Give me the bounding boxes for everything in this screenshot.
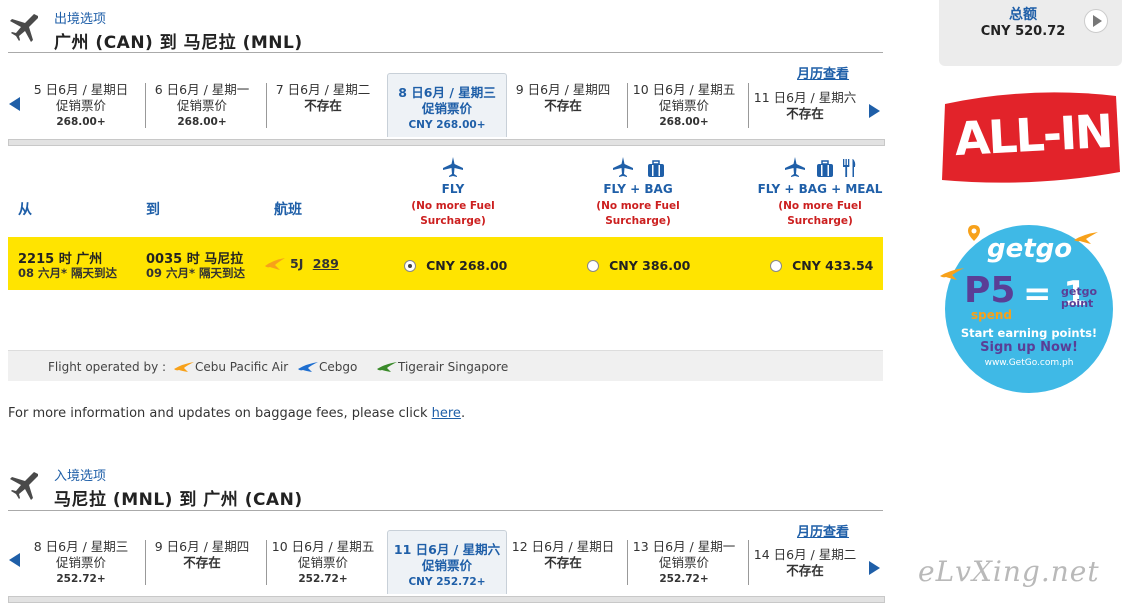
outbound-plane-icon: [8, 12, 40, 48]
outbound-date-item[interactable]: 11 日6月 / 星期六 不存在: [752, 90, 858, 122]
flight-number-link[interactable]: 289: [313, 256, 339, 271]
carrier-name: Tigerair Singapore: [398, 360, 509, 374]
baggage-icon: [816, 160, 834, 182]
outbound-date-item[interactable]: 7 日6月 / 星期二 不存在: [270, 82, 376, 114]
fare-radio[interactable]: [770, 259, 782, 272]
allin-text: ALL-IN: [953, 103, 1113, 167]
date-separator: [145, 83, 146, 128]
inbound-date-item[interactable]: 14 日6月 / 星期二 不存在: [752, 547, 858, 579]
getgo-url: www.GetGo.com.ph: [984, 358, 1074, 368]
outbound-next-arrow[interactable]: [869, 104, 880, 118]
getgo-point-label: getgo point: [1061, 285, 1098, 310]
fare-radio[interactable]: [587, 259, 599, 272]
inbound-plane-icon: [8, 470, 40, 506]
inbound-date-item[interactable]: 12 日6月 / 星期日 不存在: [510, 539, 616, 571]
inbound-date-item[interactable]: 9 日6月 / 星期四 不存在: [149, 539, 255, 571]
outbound-date-item-selected[interactable]: 8 日6月 / 星期三 促销票价 CNY 268.00+: [387, 73, 507, 137]
inbound-prev-arrow[interactable]: [9, 553, 20, 567]
operated-by-label: Flight operated by :: [48, 360, 167, 374]
getgo-signup-text: Sign up Now!: [980, 340, 1078, 355]
outbound-date-item[interactable]: 10 日6月 / 星期五 促销票价 268.00+: [631, 82, 737, 130]
getgo-earn-text: Start earning points!: [960, 326, 1098, 340]
date-separator: [266, 540, 267, 585]
carrier-name: Cebu Pacific Air: [195, 360, 289, 374]
getgo-spend: spend: [971, 308, 1013, 322]
allin-ad[interactable]: ALL-IN: [939, 90, 1122, 187]
fare-header-fly-bag-meal: FLY + BAG + MEAL (No more Fuel Surcharge…: [757, 156, 883, 229]
outbound-date-item[interactable]: 6 日6月 / 星期一 促销票价 268.00+: [149, 82, 255, 130]
baggage-icon: [647, 160, 665, 182]
small-plane-icon: [939, 266, 965, 285]
col-header-flight: 航班: [274, 202, 302, 218]
plane-icon: [611, 157, 635, 182]
cebu-logo-icon: [173, 361, 195, 376]
flight-number: 5J 289: [290, 256, 339, 271]
carrier-name: Cebgo: [319, 360, 358, 374]
inbound-date-item[interactable]: 8 日6月 / 星期三 促销票价 252.72+: [28, 539, 134, 587]
getgo-p5: P5: [964, 270, 1016, 311]
plane-icon: [393, 156, 513, 182]
total-box[interactable]: 总额 CNY 520.72: [939, 0, 1122, 66]
outbound-date-strip: 5 日6月 / 星期日 促销票价 268.00+ 6 日6月 / 星期一 促销票价 26…: [0, 73, 885, 155]
inbound-next-arrow[interactable]: [869, 561, 880, 575]
flight-row[interactable]: 2215 时 广州 08 六月* 隔天到达 0035 时 马尼拉 09 六月* …: [8, 237, 883, 290]
plane-icon: [783, 157, 807, 182]
col-header-from: 从: [18, 202, 32, 218]
fare-radio-selected[interactable]: [404, 259, 416, 272]
small-plane-icon: [1073, 230, 1099, 249]
meal-icon: [841, 159, 857, 182]
outbound-section-label: 出境选项: [54, 12, 107, 27]
baggage-info-text: For more information and updates on bagg…: [8, 406, 432, 421]
baggage-info-link[interactable]: here: [432, 406, 461, 421]
outbound-date-item[interactable]: 9 日6月 / 星期四 不存在: [510, 82, 616, 114]
fare-price: CNY 268.00: [426, 258, 508, 273]
outbound-route-title: 广州 (CAN) 到 马尼拉 (MNL): [54, 33, 303, 53]
operated-by-bar: Flight operated by : Cebu Pacific Air Ce…: [8, 350, 883, 381]
total-value: CNY 520.72: [980, 24, 1066, 39]
airline-code: 5J: [290, 256, 304, 271]
inbound-route-title: 马尼拉 (MNL) 到 广州 (CAN): [54, 490, 303, 510]
fare-price: CNY 433.54: [792, 258, 874, 273]
fare-header-fly: FLY (No more Fuel Surcharge): [393, 156, 513, 229]
inbound-section-label: 入境选项: [54, 469, 107, 484]
date-separator: [266, 83, 267, 128]
inbound-strip-bar: [8, 596, 885, 603]
date-separator: [627, 83, 628, 128]
inbound-date-item-selected[interactable]: 11 日6月 / 星期六 促销票价 CNY 252.72+: [387, 530, 507, 594]
inbound-date-strip: 8 日6月 / 星期三 促销票价 252.72+ 9 日6月 / 星期四 不存在 10…: [0, 530, 885, 606]
inbound-date-item[interactable]: 13 日6月 / 星期一 促销票价 252.72+: [631, 539, 737, 587]
location-pin-icon: [967, 224, 981, 246]
outbound-prev-arrow[interactable]: [9, 97, 20, 111]
total-label: 总额: [1009, 7, 1037, 23]
baggage-info-end: .: [460, 406, 466, 421]
getgo-ad[interactable]: getgo P5 spend = 1 getgo point Start earn…: [939, 218, 1122, 394]
baggage-info: For more information and updates on bagg…: [8, 406, 465, 421]
tigerair-logo-icon: [376, 361, 398, 376]
fare-option-fly[interactable]: CNY 268.00: [404, 255, 507, 274]
date-separator: [748, 83, 749, 128]
col-header-to: 到: [146, 202, 160, 218]
arrive-date: 09 六月* 隔天到达: [146, 266, 246, 280]
watermark: eLvXing.net: [918, 555, 1100, 588]
inbound-divider: [8, 510, 883, 511]
cebgo-logo-icon: [297, 361, 319, 376]
fare-price: CNY 386.00: [609, 258, 691, 273]
date-separator: [627, 540, 628, 585]
play-icon[interactable]: [1084, 9, 1108, 33]
inbound-date-item[interactable]: 10 日6月 / 星期五 促销票价 252.72+: [270, 539, 376, 587]
getgo-logo: getgo: [987, 234, 1073, 264]
fare-header-fly-bag: FLY + BAG (No more Fuel Surcharge): [578, 156, 698, 229]
depart-date: 08 六月* 隔天到达: [18, 266, 118, 280]
outbound-strip-bar: [8, 139, 885, 146]
outbound-date-item[interactable]: 5 日6月 / 星期日 促销票价 268.00+: [28, 82, 134, 130]
fare-option-fly-bag[interactable]: CNY 386.00: [587, 255, 690, 274]
outbound-divider: [8, 52, 883, 53]
airline-logo-icon: [264, 256, 286, 275]
fare-option-fly-bag-meal[interactable]: CNY 433.54: [770, 255, 873, 274]
date-separator: [145, 540, 146, 585]
date-separator: [748, 540, 749, 585]
